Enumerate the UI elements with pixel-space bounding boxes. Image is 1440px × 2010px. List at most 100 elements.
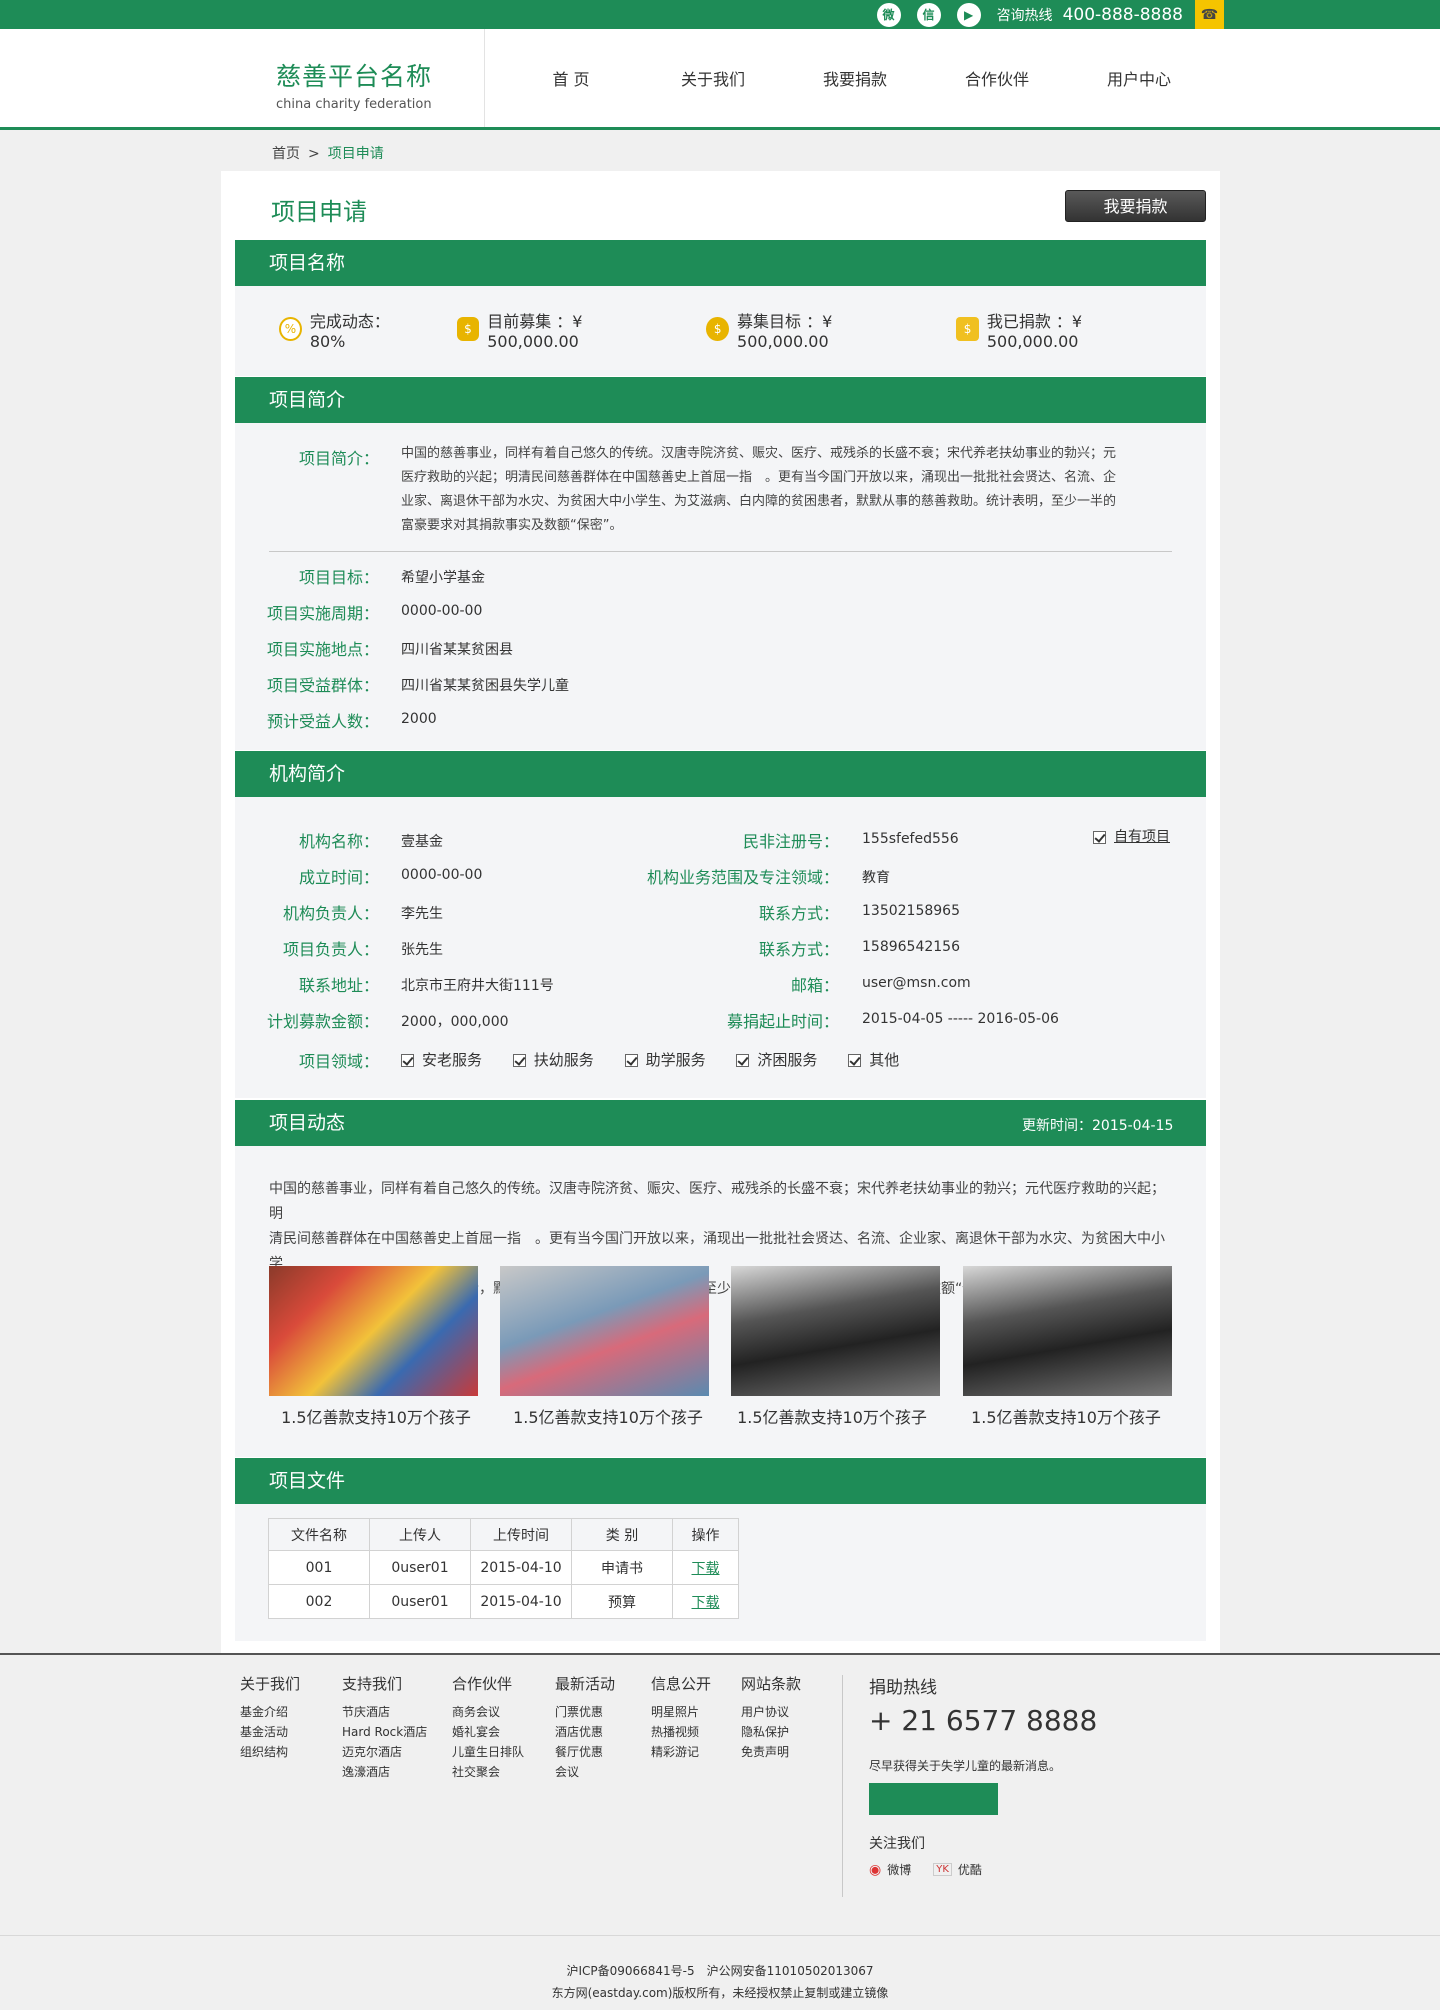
footer-link[interactable]: 餐厅优惠: [555, 1742, 615, 1762]
stat-raised-text: 目前募集 ：¥ 500,000.00: [487, 311, 583, 351]
social-links: ◉ 微博 YK 优酷: [869, 1861, 1097, 1878]
footer-link[interactable]: 明星照片: [651, 1702, 711, 1722]
table-cell: 申请书: [571, 1550, 673, 1585]
checkbox-icon[interactable]: [401, 1054, 414, 1067]
nav-donate[interactable]: 我要捐款: [784, 66, 926, 90]
divider: [269, 551, 1172, 552]
footer-link[interactable]: 免责声明: [741, 1742, 801, 1762]
footer-link[interactable]: 精彩游记: [651, 1742, 711, 1762]
footer-col-partners: 合作伙伴 商务会议 婚礼宴会 儿童生日排队 社交聚会: [452, 1673, 524, 1782]
download-link[interactable]: 下载: [692, 1595, 720, 1611]
donate-button[interactable]: 我要捐款: [1065, 190, 1206, 222]
table-cell: 下载: [672, 1584, 739, 1619]
footer-col-heading: 关于我们: [240, 1675, 301, 1693]
footer-link[interactable]: 组织结构: [240, 1742, 300, 1762]
footer-col-terms: 网站条款 用户协议 隐私保护 免责声明: [741, 1673, 801, 1762]
org-label: 机构负责人：: [282, 904, 379, 923]
nav-about[interactable]: 关于我们: [642, 66, 784, 90]
footer-link[interactable]: Hard Rock酒店: [342, 1722, 427, 1742]
footer-link[interactable]: 儿童生日排队: [452, 1742, 524, 1762]
follow-label: 关注我们: [869, 1836, 925, 1852]
intro-line: 中国的慈善事业，同样有着自己悠久的传统。汉唐寺院济贫、赈灾、医疗、戒残杀的长盛不…: [401, 446, 1117, 461]
checkbox-icon[interactable]: [624, 1054, 638, 1067]
page-title: 项目申请: [271, 198, 367, 226]
top-bar: 微 信 ▶ 咨询热线 400-888-8888 ☎: [0, 0, 1440, 29]
org-label: 机构名称：: [298, 832, 379, 851]
domain-option[interactable]: 其他: [848, 1051, 899, 1069]
news-caption[interactable]: 1.5亿善款支持10万个孩子: [488, 1404, 728, 1428]
own-project-checkbox[interactable]: 自有项目: [1093, 826, 1170, 846]
field-label-beneficiaries: 项目受益群体：: [266, 676, 379, 695]
footer-link[interactable]: 基金活动: [240, 1722, 300, 1742]
footer-link[interactable]: 热播视频: [651, 1722, 711, 1742]
stat-goal-text: 募集目标 ：¥ 500,000.00: [737, 311, 833, 351]
footer-link[interactable]: 基金介绍: [240, 1702, 300, 1722]
news-image[interactable]: [731, 1266, 940, 1396]
footer-link[interactable]: 酒店优惠: [555, 1722, 615, 1742]
checkbox-icon[interactable]: [848, 1054, 862, 1067]
header-divider: [484, 29, 485, 127]
youku-link[interactable]: 优酷: [958, 1861, 982, 1878]
phone-icon[interactable]: ☎: [1195, 0, 1224, 29]
weibo-link[interactable]: 微博: [887, 1861, 911, 1878]
news-image[interactable]: [500, 1266, 709, 1396]
column-header: 操作: [672, 1518, 739, 1551]
footer-link[interactable]: 婚礼宴会: [452, 1722, 524, 1742]
org-label: 计划募款金额：: [266, 1012, 379, 1031]
footer-link[interactable]: 隐私保护: [741, 1722, 801, 1742]
subscribe-button[interactable]: [869, 1783, 998, 1815]
table-cell: 2015-04-10: [470, 1584, 572, 1619]
checkbox-icon[interactable]: [1093, 830, 1106, 844]
org-label: 项目负责人：: [282, 940, 379, 959]
org-value: 15896542156: [862, 939, 960, 955]
hand-coin-icon: $: [956, 317, 979, 341]
main-nav: 首 页 关于我们 我要捐款 合作伙伴 用户中心: [500, 29, 1210, 127]
checkbox-icon[interactable]: [512, 1054, 526, 1067]
table-cell: 001: [268, 1550, 370, 1585]
footer-link[interactable]: 用户协议: [741, 1702, 801, 1722]
stat-progress: % 完成动态：80%: [279, 308, 419, 351]
hotline-label: 咨询热线: [996, 7, 1053, 24]
nav-user-center[interactable]: 用户中心: [1068, 66, 1210, 90]
play-icon[interactable]: ▶: [956, 2, 981, 27]
intro-line: 医疗救助的兴起；明清民间慈善群体在中国慈善史上首屈一指 。更有当今国门开放以来，…: [401, 470, 1117, 485]
news-caption[interactable]: 1.5亿善款支持10万个孩子: [946, 1404, 1186, 1428]
news-caption[interactable]: 1.5亿善款支持10万个孩子: [256, 1404, 496, 1428]
footer-link[interactable]: 商务会议: [452, 1702, 524, 1722]
org-value: user@msn.com: [862, 975, 971, 991]
stat-goal: $ 募集目标 ：¥ 500,000.00: [706, 308, 918, 351]
news-caption[interactable]: 1.5亿善款支持10万个孩子: [712, 1404, 952, 1428]
footer-link[interactable]: 节庆酒店: [342, 1702, 427, 1722]
section-header-org: 机构简介: [235, 751, 1206, 797]
column-header: 上传时间: [470, 1518, 572, 1551]
field-value-location: 四川省某某贫困县: [401, 642, 513, 658]
domain-option[interactable]: 济困服务: [736, 1051, 817, 1069]
checkbox-icon[interactable]: [736, 1054, 750, 1067]
domain-option[interactable]: 扶幼服务: [512, 1051, 594, 1069]
logo-title: 慈善平台名称: [276, 62, 433, 91]
footer-col-support: 支持我们 节庆酒店 Hard Rock酒店 迈克尔酒店 逸濠酒店: [342, 1673, 427, 1782]
wechat-icon[interactable]: 信: [916, 2, 941, 27]
weibo-icon[interactable]: 微: [876, 2, 901, 27]
footer-col-heading: 信息公开: [651, 1675, 712, 1693]
domain-option[interactable]: 安老服务: [401, 1051, 482, 1069]
domain-option[interactable]: 助学服务: [624, 1051, 706, 1069]
nav-partners[interactable]: 合作伙伴: [926, 66, 1068, 90]
youku-icon[interactable]: YK: [933, 1863, 952, 1876]
field-value-beneficiaries: 四川省某某贫困县失学儿童: [401, 678, 569, 694]
footer-link[interactable]: 迈克尔酒店: [342, 1742, 427, 1762]
domain-option-label: 扶幼服务: [533, 1051, 594, 1069]
nav-home[interactable]: 首 页: [500, 66, 642, 90]
footer-link[interactable]: 会议: [555, 1762, 615, 1782]
breadcrumb-home[interactable]: 首页: [272, 146, 300, 162]
news-image[interactable]: [269, 1266, 478, 1396]
download-link[interactable]: 下载: [692, 1561, 720, 1577]
footer-link[interactable]: 社交聚会: [452, 1762, 524, 1782]
logo[interactable]: 慈善平台名称 china charity federation: [276, 57, 432, 112]
news-image[interactable]: [963, 1266, 1172, 1396]
stats-panel: % 完成动态：80% $ 目前募集 ：¥ 500,000.00 $ 募集目标 ：¥ 5…: [235, 286, 1206, 376]
footer-link[interactable]: 门票优惠: [555, 1702, 615, 1722]
weibo-icon[interactable]: ◉: [869, 1862, 881, 1878]
field-value-goal: 希望小学基金: [401, 570, 485, 586]
footer-link[interactable]: 逸濠酒店: [342, 1762, 427, 1782]
